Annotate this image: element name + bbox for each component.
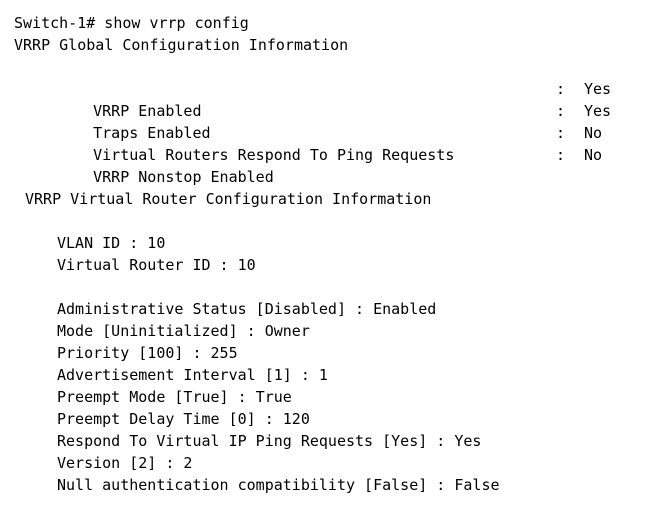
terminal-output-pane: Switch-1# show vrrp config VRRP Global C… [0, 0, 655, 523]
row-separator: : [556, 146, 566, 164]
respond-to-virtual-ip-ping-requests-line: Respond To Virtual IP Ping Requests [Yes… [57, 432, 482, 450]
row-label: VRRP Nonstop Enabled [93, 168, 274, 186]
version-line: Version [2] : 2 [57, 454, 193, 472]
null-authentication-compatibility-line: Null authentication compatibility [False… [57, 476, 500, 494]
priority-line: Priority [100] : 255 [57, 344, 238, 362]
preempt-delay-time-line: Preempt Delay Time [0] : 120 [57, 410, 310, 428]
preempt-mode-line: Preempt Mode [True] : True [57, 388, 292, 406]
row-separator: : [556, 102, 566, 120]
global-row-vrrp-enabled: VRRP Enabled : Yes [0, 78, 655, 120]
virtual-router-config-header: VRRP Virtual Router Configuration Inform… [25, 190, 432, 208]
mode-line: Mode [Uninitialized] : Owner [57, 322, 310, 340]
virtual-router-id-line: Virtual Router ID : 10 [57, 256, 256, 274]
advertisement-interval-line: Advertisement Interval [1] : 1 [57, 366, 328, 384]
global-row-virtual-routers-respond-to-ping-requests: Virtual Routers Respond To Ping Requests… [0, 122, 655, 164]
row-value: No [584, 146, 603, 164]
global-row-vrrp-nonstop-enabled: VRRP Nonstop Enabled : No [0, 144, 655, 186]
row-value: No [584, 124, 603, 142]
global-row-traps-enabled: Traps Enabled : Yes [0, 100, 655, 142]
global-config-header: VRRP Global Configuration Information [14, 36, 349, 54]
row-value: Yes [584, 102, 612, 120]
vlan-id-line: VLAN ID : 10 [57, 234, 166, 252]
administrative-status-line: Administrative Status [Disabled] : Enabl… [57, 300, 437, 318]
row-separator: : [556, 80, 566, 98]
command-prompt-line: Switch-1# show vrrp config [14, 14, 249, 32]
row-value: Yes [584, 80, 612, 98]
row-separator: : [556, 124, 566, 142]
